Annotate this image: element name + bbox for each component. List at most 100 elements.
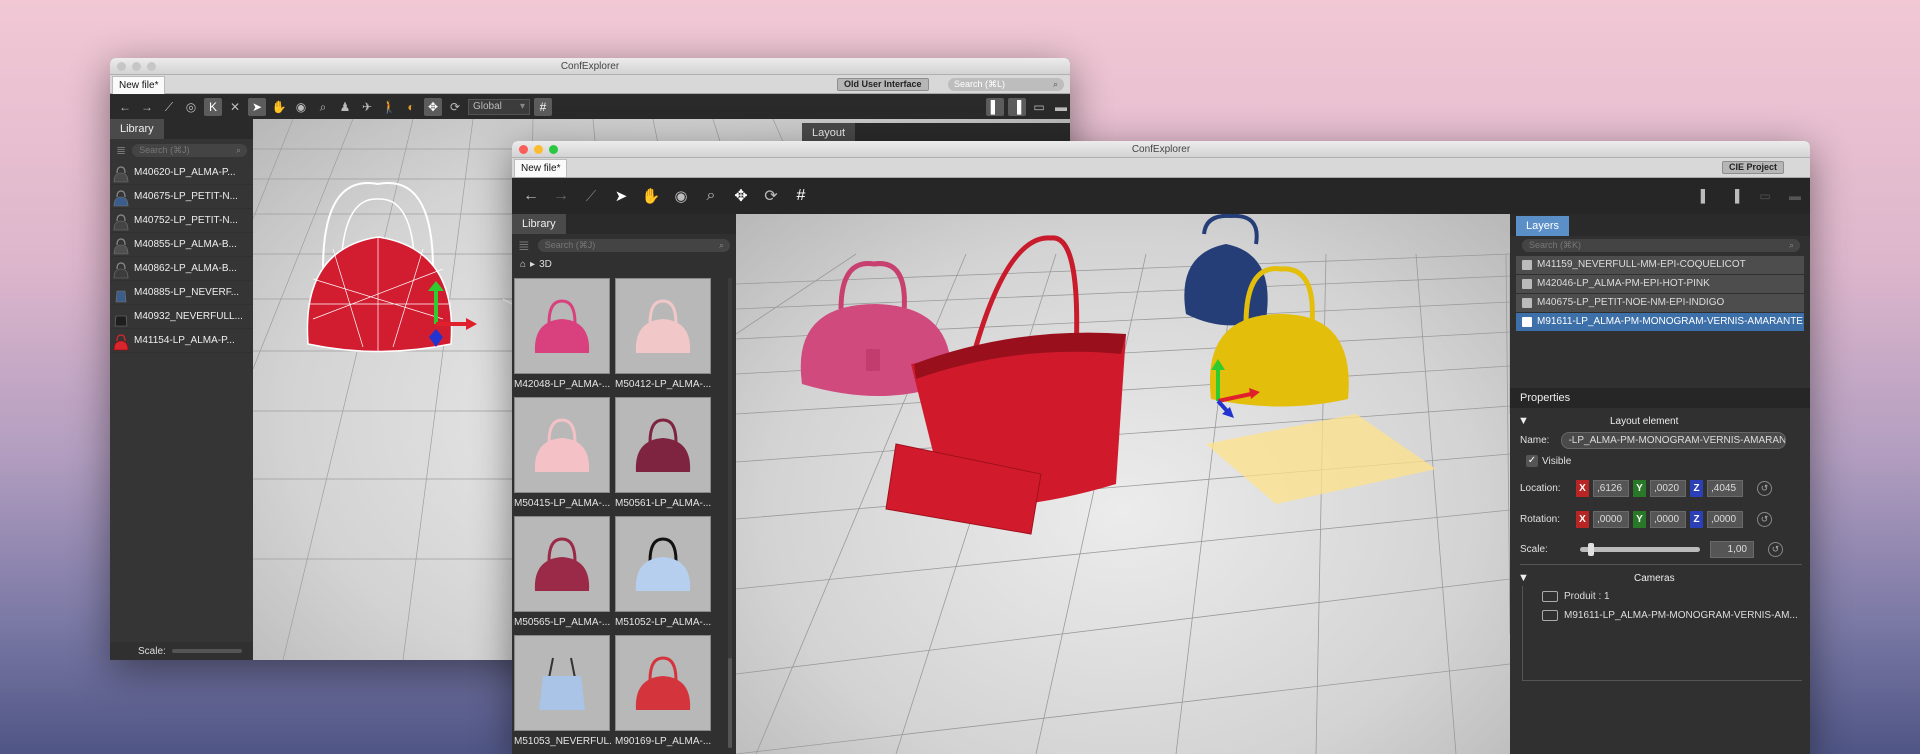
list-item[interactable]: M40620-LP_ALMA-P...	[110, 161, 253, 185]
move-icon[interactable]: ✥	[424, 98, 442, 116]
left-panel-toggle-icon[interactable]: ▌	[986, 98, 1004, 116]
tools-icon[interactable]: ✕	[226, 98, 244, 116]
select-arrow-icon[interactable]: ➤	[612, 187, 630, 205]
library-scrollbar[interactable]	[728, 278, 732, 748]
collapse-triangle-icon[interactable]: ▼	[1518, 415, 1529, 427]
scale-slider-thumb[interactable]	[1588, 543, 1594, 556]
old-ui-button[interactable]: Old User Interface	[837, 78, 929, 91]
library-tile[interactable]: M50415-LP_ALMA-...	[514, 397, 612, 515]
zoom-icon[interactable]: ⌕	[314, 98, 332, 116]
visibility-icon[interactable]: ◎	[182, 98, 200, 116]
tab-library[interactable]: Library	[512, 214, 566, 234]
redo-icon[interactable]: →	[138, 98, 156, 116]
rotate-icon[interactable]: ⟳	[762, 187, 780, 205]
3d-viewport[interactable]	[736, 214, 1510, 754]
list-item[interactable]: M40752-LP_PETIT-N...	[110, 209, 253, 233]
transform-gizmo[interactable]	[428, 281, 477, 347]
zoom-button[interactable]	[147, 62, 156, 71]
forward-arrow-icon[interactable]: →	[552, 187, 570, 205]
move-icon[interactable]: ✥	[732, 187, 750, 205]
walk-icon[interactable]: 🚶	[380, 98, 398, 116]
right-panel-toggle-icon[interactable]: ▐	[1008, 98, 1026, 116]
close-button[interactable]	[519, 145, 528, 154]
list-item[interactable]: M40855-LP_ALMA-B...	[110, 233, 253, 257]
top-panel-toggle-icon[interactable]: ▬	[1052, 98, 1070, 116]
title-bar[interactable]: ConfExplorer	[512, 141, 1810, 158]
list-item[interactable]: M41154-LP_ALMA-P...	[110, 329, 253, 353]
rotation-z-input[interactable]: ,0000	[1707, 511, 1743, 528]
transform-icon[interactable]: ⟋	[160, 98, 178, 116]
library-tile[interactable]: M90169-LP_ALMA-...	[615, 635, 713, 753]
library-search-input[interactable]: Search (⌘J) ⌕	[537, 239, 730, 252]
right-panel-toggle-icon[interactable]: ▐	[1726, 187, 1744, 205]
library-tile[interactable]: M50561-LP_ALMA-...	[615, 397, 713, 515]
pan-hand-icon[interactable]: ✋	[642, 187, 661, 205]
orbit-eye-icon[interactable]: ◉	[292, 98, 310, 116]
scrollbar-thumb[interactable]	[728, 658, 732, 748]
transform-icon[interactable]: ⟋	[582, 187, 600, 205]
bottom-panel-toggle-icon[interactable]: ▬	[1786, 187, 1804, 205]
scale-slider[interactable]	[171, 649, 242, 653]
cie-project-button[interactable]: CIE Project	[1722, 161, 1785, 174]
reset-icon[interactable]: ↺	[1768, 542, 1783, 557]
red-tote-bag[interactable]	[885, 235, 1126, 535]
select-arrow-icon[interactable]: ➤	[248, 98, 266, 116]
close-button[interactable]	[117, 62, 126, 71]
minimize-button[interactable]	[534, 145, 543, 154]
breadcrumb-item[interactable]: 3D	[539, 259, 552, 270]
stack-icon[interactable]: ≣	[116, 143, 126, 157]
camera-item[interactable]: M91611-LP_ALMA-PM-MONOGRAM-VERNIS-AM...	[1542, 610, 1798, 621]
orbit-eye-icon[interactable]: ◉	[672, 187, 690, 205]
person-icon[interactable]: ♟	[336, 98, 354, 116]
home-icon[interactable]: ⌂	[520, 259, 526, 270]
library-search-input[interactable]: Search (⌘J) ⌕	[132, 143, 247, 157]
library-tile[interactable]: M50565-LP_ALMA-...	[514, 516, 612, 634]
fly-icon[interactable]: ✈	[358, 98, 376, 116]
undo-icon[interactable]: ←	[116, 98, 134, 116]
camera-item[interactable]: Produit : 1	[1542, 591, 1610, 602]
title-bar[interactable]: ConfExplorer	[110, 58, 1070, 75]
tab-layers[interactable]: Layers	[1516, 216, 1570, 236]
library-tile[interactable]: M51053_NEVERFUL...	[514, 635, 612, 753]
collapse-triangle-icon[interactable]: ▼	[1518, 572, 1529, 584]
location-z-input[interactable]: ,4045	[1707, 480, 1743, 497]
navy-bag[interactable]	[1184, 214, 1268, 326]
library-tile[interactable]: M50412-LP_ALMA-...	[615, 278, 713, 396]
layer-item[interactable]: M42046-LP_ALMA-PM-EPI-HOT-PINK	[1516, 275, 1804, 293]
tab-properties[interactable]: Properties	[1510, 388, 1581, 408]
layer-item[interactable]: M41159_NEVERFULL-MM-EPI-COQUELICOT	[1516, 256, 1804, 274]
grid-icon[interactable]: #	[792, 187, 810, 205]
rotate-icon[interactable]: ⟳	[446, 98, 464, 116]
reset-icon[interactable]: ↺	[1757, 512, 1772, 527]
rotation-x-input[interactable]: ,0000	[1593, 511, 1629, 528]
scale-input[interactable]: 1,00	[1710, 541, 1754, 558]
rotation-y-input[interactable]: ,0000	[1650, 511, 1686, 528]
visible-checkbox[interactable]: ✓	[1526, 455, 1538, 467]
library-tile[interactable]: M42048-LP_ALMA-...	[514, 278, 612, 396]
layer-item-selected[interactable]: M91611-LP_ALMA-PM-MONOGRAM-VERNIS-AMARAN…	[1516, 313, 1804, 331]
wireframe-bag[interactable]	[306, 182, 453, 353]
scale-slider[interactable]	[1580, 543, 1700, 556]
bottom-panel-toggle-icon[interactable]: ▭	[1030, 98, 1048, 116]
tab-new-file[interactable]: New file*	[514, 159, 568, 177]
layers-search-input[interactable]: Search (⌘K) ⌕	[1522, 239, 1800, 252]
location-x-input[interactable]: ,6126	[1593, 480, 1629, 497]
pan-hand-icon[interactable]: ✋	[270, 98, 288, 116]
back-arrow-icon[interactable]: ←	[522, 187, 540, 205]
tab-layout[interactable]: Layout	[802, 123, 856, 143]
search-input[interactable]: Search (⌘L) ⌕	[948, 78, 1064, 91]
list-item[interactable]: M40675-LP_PETIT-N...	[110, 185, 253, 209]
snap-icon[interactable]: K	[204, 98, 222, 116]
coordinate-select[interactable]: Global ▾	[468, 99, 530, 115]
name-field[interactable]: -LP_ALMA-PM-MONOGRAM-VERNIS-AMARANTE	[1561, 432, 1787, 449]
left-panel-toggle-icon[interactable]: ▌	[1696, 187, 1714, 205]
reset-icon[interactable]: ↺	[1757, 481, 1772, 496]
render-icon[interactable]: ◐	[402, 98, 420, 116]
zoom-icon[interactable]: ⌕	[702, 187, 720, 205]
minimize-button[interactable]	[132, 62, 141, 71]
list-item[interactable]: M40862-LP_ALMA-B...	[110, 257, 253, 281]
library-tile[interactable]: M51052-LP_ALMA-...	[615, 516, 713, 634]
layer-item[interactable]: M40675-LP_PETIT-NOE-NM-EPI-INDIGO	[1516, 294, 1804, 312]
tab-new-file[interactable]: New file*	[112, 76, 166, 94]
list-item[interactable]: M40932_NEVERFULL...	[110, 305, 253, 329]
